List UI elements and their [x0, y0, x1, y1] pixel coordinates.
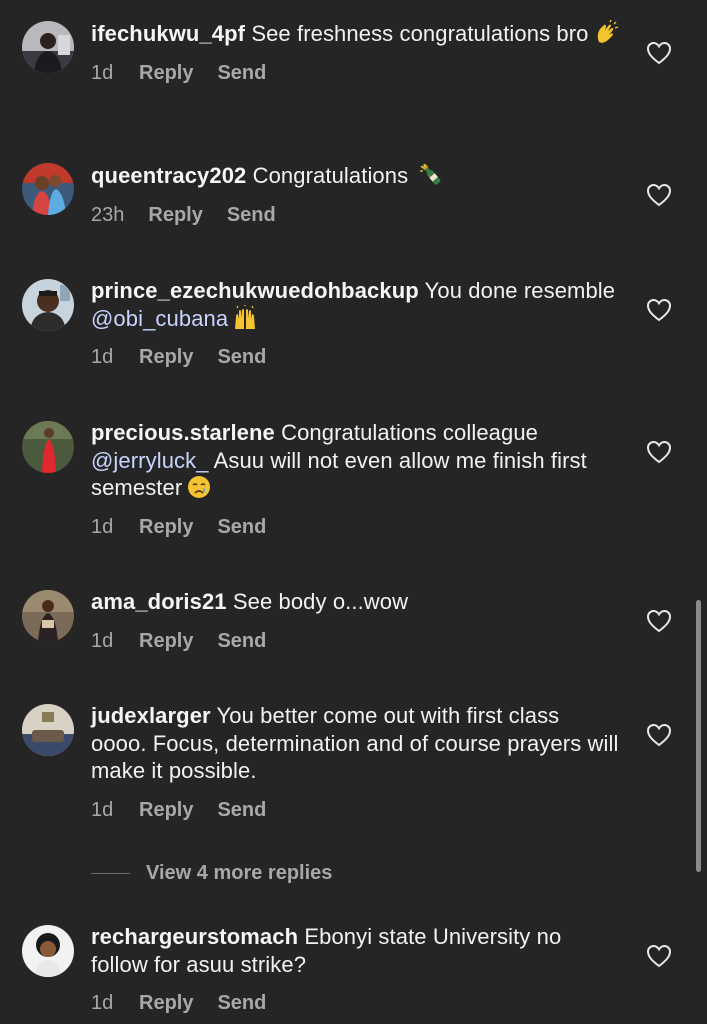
send-button[interactable]: Send	[217, 516, 266, 538]
avatar[interactable]	[22, 163, 74, 215]
heart-icon[interactable]	[646, 41, 672, 65]
reply-button[interactable]: Reply	[139, 799, 193, 821]
heart-icon[interactable]	[646, 609, 672, 633]
send-button[interactable]: Send	[217, 346, 266, 368]
heart-icon[interactable]	[646, 723, 672, 747]
comment-meta: 1d Reply Send	[91, 344, 621, 370]
avatar[interactable]	[22, 421, 74, 473]
comment-username[interactable]: ifechukwu_4pf	[91, 21, 245, 46]
comment-meta: 23h Reply Send	[91, 202, 621, 228]
comment-text: rechargeurstomach Ebonyi state Universit…	[91, 923, 621, 978]
comment-message: See freshness congratulations bro	[251, 21, 589, 46]
mention-link[interactable]: @jerryluck_	[91, 448, 209, 473]
avatar[interactable]	[22, 704, 74, 756]
comment-meta: 1d Reply Send	[91, 990, 621, 1016]
comment-username[interactable]: prince_ezechukwuedohbackup	[91, 278, 419, 303]
send-button[interactable]: Send	[217, 630, 266, 652]
reply-button[interactable]: Reply	[139, 516, 193, 538]
comment-username[interactable]: precious.starlene	[91, 420, 275, 445]
raising-hands-icon	[232, 304, 258, 331]
comments-feed: ifechukwu_4pf See freshness congratulati…	[0, 0, 707, 1024]
comment-message: Congratulations colleague	[281, 420, 539, 445]
comment-text: judexlarger You better come out with fir…	[91, 702, 621, 785]
view-more-replies-label: View 4 more replies	[146, 861, 333, 884]
comment-message: You done resemble	[424, 278, 616, 303]
crying-face-icon	[186, 474, 212, 500]
clapping-hands-icon	[593, 20, 619, 46]
comment-time: 1d	[91, 629, 114, 652]
comment-time: 1d	[91, 61, 114, 84]
heart-icon[interactable]	[646, 298, 672, 322]
reply-button[interactable]: Reply	[139, 346, 193, 368]
comment-time: 23h	[91, 203, 125, 226]
avatar[interactable]	[22, 925, 74, 977]
avatar[interactable]	[22, 21, 74, 73]
reply-button[interactable]: Reply	[148, 204, 202, 226]
champagne-bottle-icon	[418, 162, 444, 188]
send-button[interactable]: Send	[217, 799, 266, 821]
comment-text: precious.starlene Congratulations collea…	[91, 419, 621, 502]
comment-text: ama_doris21 See body o...wow	[91, 588, 621, 616]
comment-message: See body o...wow	[232, 589, 409, 614]
send-button[interactable]: Send	[227, 204, 276, 226]
divider-line	[91, 872, 130, 874]
send-button[interactable]: Send	[217, 62, 266, 84]
comment-meta: 1d Reply Send	[91, 60, 621, 86]
heart-icon[interactable]	[646, 183, 672, 207]
comment-meta: 1d Reply Send	[91, 628, 621, 654]
comment-time: 1d	[91, 992, 114, 1014]
heart-icon[interactable]	[646, 440, 672, 464]
comment-username[interactable]: rechargeurstomach	[91, 924, 298, 949]
comment-username[interactable]: ama_doris21	[91, 589, 227, 614]
comment-time: 1d	[91, 346, 114, 368]
comment-username[interactable]: judexlarger	[91, 703, 211, 728]
comment-meta: 1d Reply Send	[91, 514, 621, 540]
comment-time: 1d	[91, 515, 114, 538]
comment-time: 1d	[91, 798, 114, 821]
reply-button[interactable]: Reply	[139, 62, 193, 84]
comment-message: Congratulations	[252, 163, 409, 188]
scrollbar[interactable]	[696, 600, 701, 872]
avatar[interactable]	[22, 590, 74, 642]
comment-text: prince_ezechukwuedohbackup You done rese…	[91, 277, 621, 332]
comment-meta: 1d Reply Send	[91, 797, 621, 823]
comment-text: queentracy202 Congratulations	[91, 162, 621, 190]
heart-icon[interactable]	[646, 944, 672, 968]
send-button[interactable]: Send	[217, 992, 266, 1014]
view-more-replies-button[interactable]: View 4 more replies	[91, 859, 332, 887]
mention-link[interactable]: @obi_cubana	[91, 306, 228, 331]
avatar[interactable]	[22, 279, 74, 331]
reply-button[interactable]: Reply	[139, 992, 193, 1014]
reply-button[interactable]: Reply	[139, 630, 193, 652]
comment-username[interactable]: queentracy202	[91, 163, 246, 188]
comment-text: ifechukwu_4pf See freshness congratulati…	[91, 20, 621, 48]
